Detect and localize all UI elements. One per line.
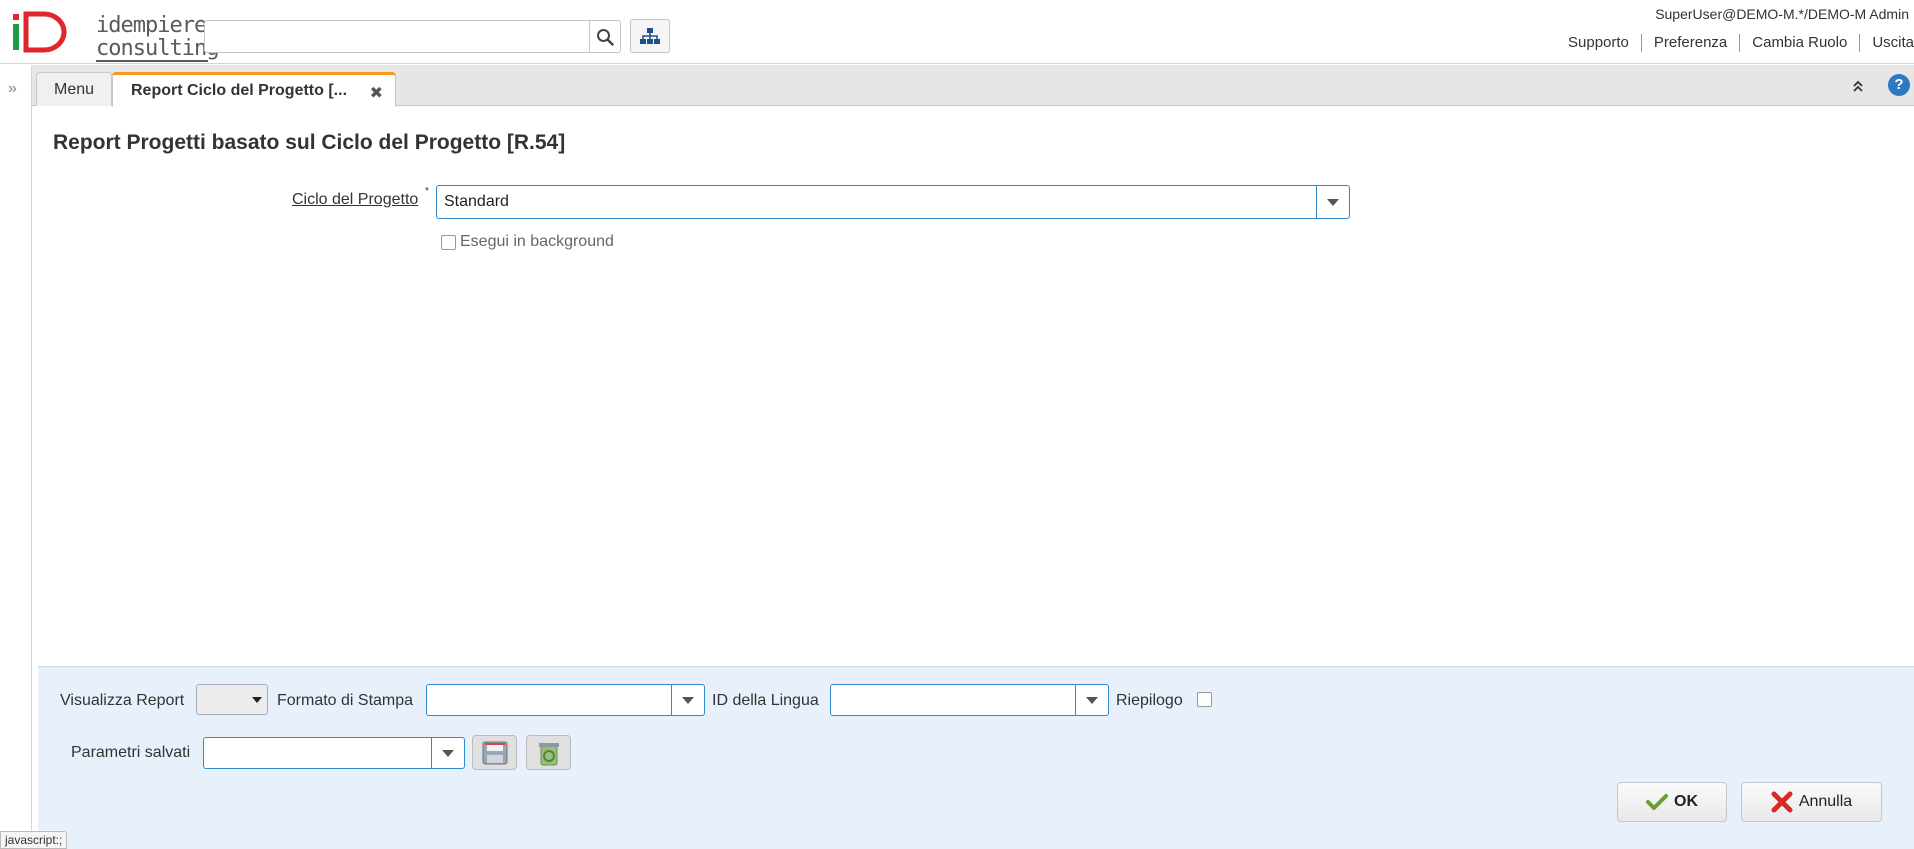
- logo-text: idempiere consulting: [96, 13, 219, 62]
- view-report-label: Visualizza Report: [60, 692, 185, 709]
- save-params-button[interactable]: [472, 735, 517, 770]
- print-format-label: Formato di Stampa: [277, 692, 414, 709]
- header-links: Supporto Preferenza Cambia Ruolo Uscita: [1556, 34, 1914, 52]
- expand-panel-icon[interactable]: »: [8, 80, 17, 98]
- cancel-button[interactable]: Annulla: [1741, 782, 1882, 822]
- cancel-x-icon: [1771, 791, 1793, 813]
- chevron-down-icon[interactable]: [671, 685, 704, 715]
- link-uscita[interactable]: Uscita: [1859, 34, 1914, 52]
- link-supporto[interactable]: Supporto: [1556, 34, 1641, 52]
- global-search-input[interactable]: [204, 20, 590, 53]
- chevron-down-icon[interactable]: [431, 738, 464, 768]
- close-icon[interactable]: ✖: [370, 83, 383, 103]
- tab-bar: Menu Report Ciclo del Progetto [... ✖ ?: [32, 65, 1914, 107]
- link-cambia-ruolo[interactable]: Cambia Ruolo: [1739, 34, 1859, 52]
- check-icon: [1646, 794, 1668, 810]
- logo-line2: consulting: [96, 36, 219, 62]
- logo[interactable]: idempiere consulting: [10, 8, 219, 62]
- ok-label: OK: [1674, 793, 1698, 810]
- tab-report-label: Report Ciclo del Progetto [...: [131, 82, 348, 99]
- status-hint: javascript:;: [0, 831, 68, 849]
- sitemap-icon: [640, 28, 660, 44]
- caret-down-icon: [252, 697, 262, 703]
- link-preferenza[interactable]: Preferenza: [1640, 34, 1739, 52]
- view-report-select[interactable]: [196, 684, 268, 715]
- menu-tree-button[interactable]: [630, 19, 670, 53]
- user-info[interactable]: SuperUser@DEMO-M.*/DEMO-M Admin: [1655, 6, 1909, 22]
- mandatory-marker: *: [425, 186, 429, 197]
- ok-button[interactable]: OK: [1617, 782, 1727, 822]
- search-button[interactable]: [589, 20, 621, 53]
- saved-params-combobox[interactable]: [203, 737, 465, 769]
- ciclo-progetto-label[interactable]: Ciclo del Progetto: [292, 191, 418, 209]
- chevron-down-icon[interactable]: [1316, 186, 1349, 218]
- tab-menu-label: Menu: [53, 80, 95, 98]
- search-icon: [597, 28, 614, 46]
- chevron-down-icon[interactable]: [1075, 685, 1108, 715]
- delete-recycle-icon: [538, 742, 559, 765]
- help-icon[interactable]: ?: [1888, 74, 1910, 96]
- language-label: ID della Lingua: [712, 692, 819, 709]
- saved-params-label: Parametri salvati: [71, 744, 191, 761]
- page-title: Report Progetti basato sul Ciclo del Pro…: [53, 131, 566, 154]
- tab-menu[interactable]: Menu: [36, 72, 112, 106]
- tab-report-ciclo-progetto[interactable]: Report Ciclo del Progetto [... ✖: [112, 72, 396, 107]
- background-checkbox[interactable]: [441, 235, 456, 250]
- print-format-combobox[interactable]: [426, 684, 705, 716]
- logo-icon: [13, 11, 67, 53]
- save-icon: [482, 741, 507, 764]
- delete-params-button[interactable]: [526, 735, 571, 770]
- header: idempiere consulting SuperUser@DEMO-M.*/…: [0, 0, 1914, 64]
- summary-checkbox[interactable]: [1197, 692, 1212, 707]
- background-checkbox-label[interactable]: Esegui in background: [460, 233, 614, 251]
- west-panel-collapsed: »: [0, 65, 32, 849]
- ciclo-progetto-value[interactable]: Standard: [437, 193, 1316, 211]
- summary-label: Riepilogo: [1116, 692, 1183, 709]
- collapse-header-icon[interactable]: [1852, 79, 1864, 96]
- ciclo-progetto-combobox[interactable]: Standard: [436, 185, 1350, 219]
- language-combobox[interactable]: [830, 684, 1109, 716]
- cancel-label: Annulla: [1798, 793, 1853, 810]
- logo-line1: idempiere: [96, 13, 207, 38]
